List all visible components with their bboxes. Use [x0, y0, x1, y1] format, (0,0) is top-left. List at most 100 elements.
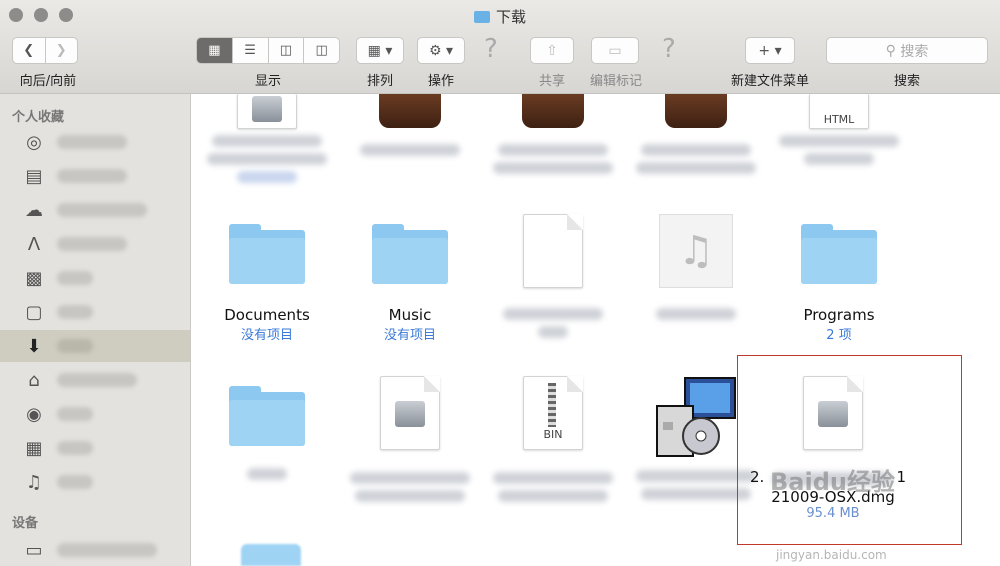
sidebar-item-label: [57, 441, 93, 455]
view-mode-control: ▦ ☰ ◫ ◫: [196, 37, 340, 64]
disk-image-icon: [237, 94, 297, 129]
list-icon: ☰: [244, 43, 256, 58]
folder-documents[interactable]: Documents 没有项目: [202, 224, 332, 343]
window-title: 下载: [0, 6, 1000, 27]
sidebar-item-all-files[interactable]: ▤: [0, 160, 190, 192]
action-label: 操作: [427, 74, 454, 89]
edit-tags-button[interactable]: ▭: [591, 37, 639, 64]
file-item[interactable]: ♫: [631, 214, 761, 320]
folder-music[interactable]: Music 没有项目: [345, 224, 475, 343]
share-icon: ⇧: [546, 42, 558, 59]
sidebar-item-icloud[interactable]: ☁: [0, 194, 190, 226]
share-label: 共享: [538, 74, 565, 89]
sidebar-item-home[interactable]: ⌂: [0, 364, 190, 396]
file-item[interactable]: [202, 386, 332, 480]
home-icon: ⌂: [28, 369, 40, 391]
folder-icon: [229, 386, 305, 446]
finder-window: 下载 ❮ ❯ 向后/向前 ▦ ☰ ◫ ◫ 显示 ▦ ▾ 排列 ⚙ ▾ 操作 ? …: [0, 0, 1000, 566]
back-button[interactable]: ❮: [13, 38, 46, 63]
sidebar-item-label: [57, 237, 127, 251]
sidebar-item-movies[interactable]: ▦: [0, 432, 190, 464]
edit-tags-label: 编辑标记: [589, 74, 642, 89]
audio-file-icon: ♫: [659, 214, 733, 288]
sidebar-item-label: [57, 169, 127, 183]
list-view-button[interactable]: ☰: [233, 38, 269, 63]
downloads-icon: ⬇: [26, 335, 42, 357]
file-item[interactable]: HTML: [774, 94, 904, 165]
sidebar-item-device[interactable]: ▭: [0, 534, 190, 566]
icon-view-button[interactable]: ▦: [197, 38, 233, 63]
laptop-icon: ▭: [25, 539, 43, 561]
gear-icon: ⚙ ▾: [428, 42, 454, 59]
blank-document-icon: [523, 214, 583, 288]
sidebar: 个人收藏 ◎ ▤ ☁ Λ ▩ ▢ ⬇ ⌂ ◉ ▦ ♫ 设备 ▭: [0, 94, 191, 566]
documents-icon: ▢: [25, 301, 43, 323]
all-files-icon: ▤: [25, 165, 43, 187]
chevron-right-icon: ❯: [55, 43, 67, 58]
share-button[interactable]: ⇧: [530, 37, 574, 64]
html-file-icon: HTML: [809, 94, 869, 129]
downloads-folder-icon: [473, 11, 490, 23]
installer-package-icon: [379, 94, 441, 128]
sidebar-item-label: [57, 339, 93, 353]
sidebar-item-music[interactable]: ♫: [0, 466, 190, 498]
airdrop-icon: ◎: [26, 131, 42, 153]
sidebar-item-label: [57, 475, 93, 489]
question-icon: ?: [662, 34, 676, 64]
file-item[interactable]: [345, 376, 475, 502]
arrange-label: 排列: [366, 74, 393, 89]
applications-icon: Λ: [27, 233, 41, 255]
sidebar-item-label: [57, 373, 137, 387]
film-icon: ▦: [25, 437, 43, 459]
folder-icon: [372, 224, 448, 284]
sidebar-item-label: [57, 407, 93, 421]
forward-button[interactable]: ❯: [46, 38, 78, 63]
folder-icon: [801, 224, 877, 284]
view-label: 显示: [254, 74, 281, 89]
file-item[interactable]: [345, 94, 475, 156]
sidebar-item-label: [57, 543, 157, 557]
music-note-icon: ♫: [25, 471, 43, 493]
coverflow-view-button[interactable]: ◫: [304, 38, 339, 63]
file-item[interactable]: [488, 214, 618, 338]
watermark-brand: Baidu经验: [770, 468, 895, 496]
sidebar-item-label: [57, 203, 147, 217]
sidebar-item-pictures[interactable]: ◉: [0, 398, 190, 430]
camera-icon: ◉: [26, 403, 42, 425]
tag-icon: ▭: [608, 42, 622, 59]
file-item[interactable]: BIN: [488, 376, 618, 502]
sidebar-item-airdrop[interactable]: ◎: [0, 126, 190, 158]
coverflow-icon: ◫: [315, 43, 328, 58]
new-folder-menu-label: 新建文件菜单: [730, 74, 809, 89]
installer-disc-icon[interactable]: [655, 376, 739, 460]
file-item[interactable]: [488, 94, 618, 174]
action-button[interactable]: ⚙ ▾: [417, 37, 465, 64]
sidebar-item-applications[interactable]: Λ: [0, 228, 190, 260]
installer-package-icon: [665, 94, 727, 128]
chevron-left-icon: ❮: [23, 43, 35, 58]
magnifier-icon: ⚲: [885, 42, 896, 59]
new-folder-menu-button[interactable]: + ▾: [745, 37, 795, 64]
folder-programs[interactable]: Programs 2 项: [774, 224, 904, 343]
folder-icon: [241, 544, 301, 566]
toolbar: 下载 ❮ ❯ 向后/向前 ▦ ☰ ◫ ◫ 显示 ▦ ▾ 排列 ⚙ ▾ 操作 ? …: [0, 0, 1000, 94]
question-icon: ?: [484, 34, 498, 64]
columns-icon: ◫: [279, 43, 293, 58]
music-note-icon: ♫: [678, 228, 714, 274]
desktop-icon: ▩: [25, 267, 43, 289]
sidebar-item-desktop[interactable]: ▩: [0, 262, 190, 294]
arrange-button[interactable]: ▦ ▾: [356, 37, 404, 64]
file-item[interactable]: [202, 94, 332, 183]
sidebar-item-label: [57, 135, 127, 149]
selection-highlight-box: [737, 355, 962, 545]
installer-package-icon: [522, 94, 584, 128]
file-item[interactable]: [631, 94, 761, 174]
sidebar-item-documents[interactable]: ▢: [0, 296, 190, 328]
nav-label: 向后/向前: [19, 74, 77, 89]
back-forward-control: ❮ ❯: [12, 37, 78, 64]
plus-icon: + ▾: [758, 42, 782, 59]
column-view-button[interactable]: ◫: [269, 38, 305, 63]
search-field[interactable]: ⚲ 搜索: [826, 37, 988, 64]
sidebar-item-downloads[interactable]: ⬇: [0, 330, 190, 362]
sidebar-item-label: [57, 305, 93, 319]
